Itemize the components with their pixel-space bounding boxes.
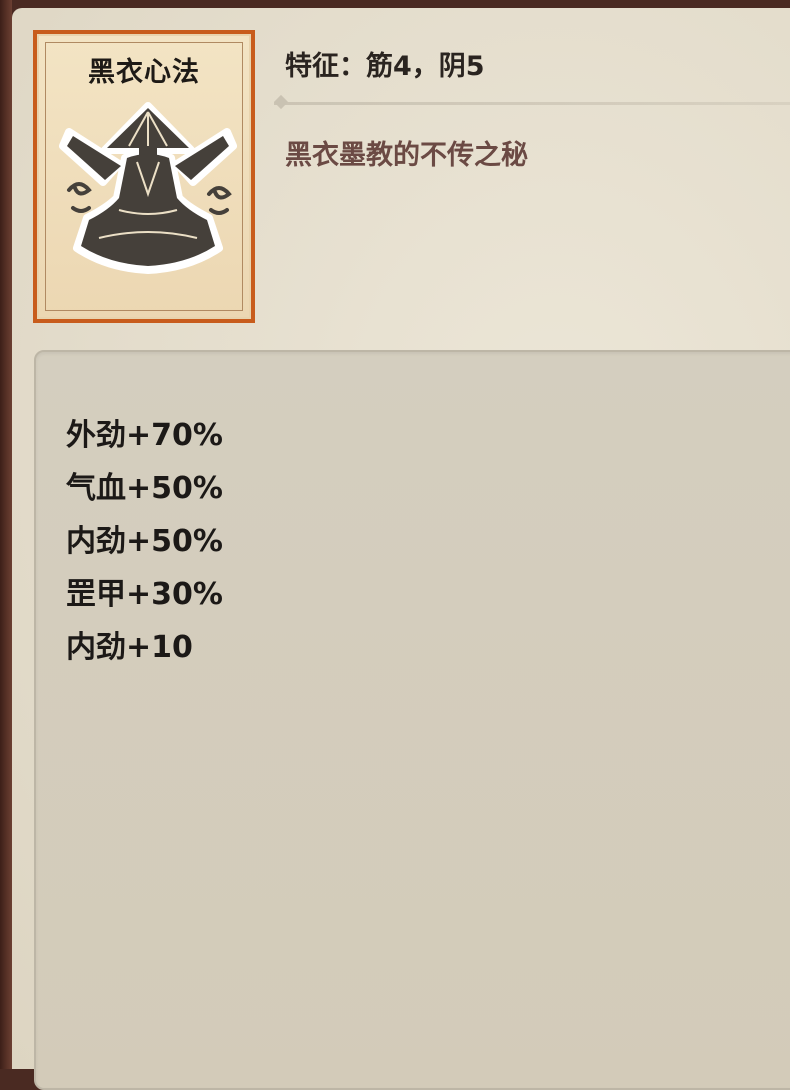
skill-name: 黑衣心法: [88, 57, 200, 88]
stat-line: 气血+50%: [66, 471, 223, 506]
window-frame: 黑衣心法 特征：筋4，阴5 黑衣墨教的不传之秘 外劲+70% 气血+50% 内劲…: [0, 0, 790, 1090]
skill-card-face: 黑衣心法: [37, 34, 251, 319]
frame-border: [0, 0, 12, 1069]
stat-line: 罡甲+30%: [66, 577, 223, 612]
meditating-hatted-figure-icon: [59, 102, 237, 274]
header-divider: [274, 102, 790, 105]
stat-line: 内劲+10: [66, 630, 193, 665]
skill-description: 黑衣墨教的不传之秘: [285, 140, 528, 171]
stat-line: 外劲+70%: [66, 418, 223, 453]
skill-traits: 特征：筋4，阴5: [285, 51, 485, 82]
stats-list: 外劲+70% 气血+50% 内劲+50% 罡甲+30% 内劲+10: [66, 416, 223, 681]
skill-card[interactable]: 黑衣心法: [33, 30, 255, 323]
stat-line: 内劲+50%: [66, 524, 223, 559]
